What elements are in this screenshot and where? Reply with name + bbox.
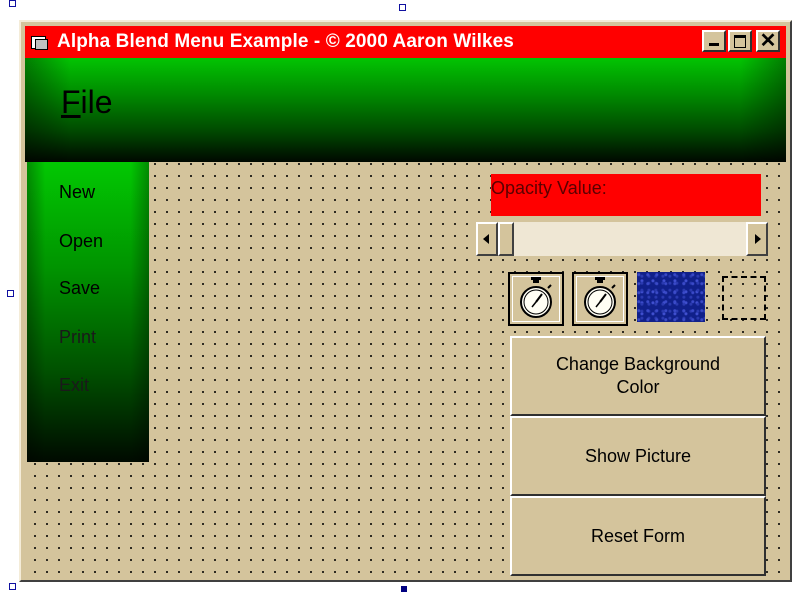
- scroll-thumb[interactable]: [498, 222, 514, 256]
- menu-file-access-key: F: [61, 84, 81, 120]
- arrow-right-icon: [755, 234, 761, 244]
- selection-handle-mid-left[interactable]: [7, 290, 14, 297]
- form-window: Alpha Blend Menu Example - © 2000 Aaron …: [19, 20, 792, 582]
- close-icon: ✕: [759, 30, 777, 52]
- change-background-color-button[interactable]: Change Background Color: [510, 336, 766, 416]
- minimize-button[interactable]: [702, 30, 726, 52]
- stopwatch-icon: [520, 277, 552, 318]
- maximize-icon: [734, 35, 746, 48]
- selection-handle-bottom-center[interactable]: [401, 586, 407, 592]
- reset-form-button[interactable]: Reset Form: [510, 496, 766, 576]
- menu-item-open[interactable]: Open: [59, 231, 103, 252]
- close-button[interactable]: ✕: [756, 30, 780, 52]
- opacity-scrollbar[interactable]: [476, 222, 768, 256]
- menu-bar: File: [25, 58, 786, 162]
- window-title: Alpha Blend Menu Example - © 2000 Aaron …: [57, 31, 514, 52]
- stopwatch-icon: [584, 277, 616, 318]
- menu-item-exit[interactable]: Exit: [59, 375, 89, 396]
- menu-item-save[interactable]: Save: [59, 278, 100, 299]
- app-icon[interactable]: [31, 34, 49, 50]
- title-buttons: ✕: [702, 30, 780, 52]
- selection-handle-top-center[interactable]: [399, 4, 406, 11]
- menu-file-label: ile: [80, 84, 113, 120]
- menu-item-print[interactable]: Print: [59, 327, 96, 348]
- selection-handle-top-left[interactable]: [9, 0, 16, 7]
- scroll-left-button[interactable]: [476, 222, 498, 256]
- maximize-button[interactable]: [728, 30, 752, 52]
- timer-control-2[interactable]: [572, 272, 628, 326]
- selection-handle-bottom-left[interactable]: [9, 583, 16, 590]
- arrow-left-icon: [483, 234, 489, 244]
- form-client-area: File New Open Save Print Exit Opacity Va…: [25, 58, 786, 576]
- minimize-icon: [709, 43, 719, 46]
- opacity-value-label: Opacity Value:: [491, 174, 761, 216]
- image-placeholder[interactable]: [722, 276, 766, 320]
- show-picture-button[interactable]: Show Picture: [510, 416, 766, 496]
- menu-item-new[interactable]: New: [59, 182, 95, 203]
- scroll-right-button[interactable]: [746, 222, 768, 256]
- timer-control-1[interactable]: [508, 272, 564, 326]
- picture-box[interactable]: [637, 272, 705, 322]
- menu-file[interactable]: File: [61, 84, 113, 121]
- file-dropdown-menu: New Open Save Print Exit: [27, 162, 149, 462]
- title-bar[interactable]: Alpha Blend Menu Example - © 2000 Aaron …: [25, 26, 786, 58]
